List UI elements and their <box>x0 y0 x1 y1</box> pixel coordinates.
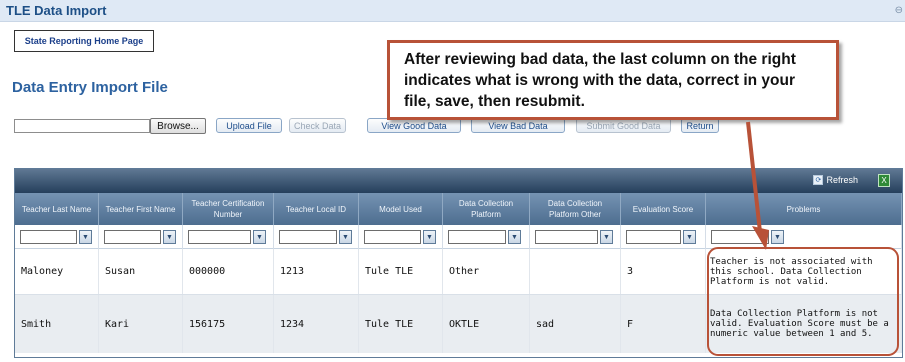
filter-icon[interactable]: ▼ <box>339 230 352 244</box>
column-header[interactable]: Model Used <box>359 193 443 225</box>
upload-file-button[interactable]: Upload File <box>216 118 282 133</box>
filter-icon[interactable]: ▼ <box>600 230 613 244</box>
filter-icon[interactable]: ▼ <box>508 230 521 244</box>
column-header[interactable]: Evaluation Score <box>621 193 706 225</box>
filter-input[interactable] <box>104 230 161 244</box>
home-page-button[interactable]: State Reporting Home Page <box>14 30 154 52</box>
column-header[interactable]: Problems <box>706 193 902 225</box>
check-data-button[interactable]: Check Data <box>289 118 346 133</box>
cell-platform-other <box>530 249 621 294</box>
filter-input[interactable] <box>20 230 77 244</box>
cell-certification-number: 000000 <box>183 249 274 294</box>
cell-first-name: Susan <box>99 249 183 294</box>
filter-icon[interactable]: ▼ <box>79 230 92 244</box>
cell-certification-number: 156175 <box>183 295 274 353</box>
filter-input[interactable] <box>535 230 598 244</box>
refresh-label: Refresh <box>826 175 858 185</box>
cell-platform: Other <box>443 249 530 294</box>
column-header[interactable]: Teacher Certification Number <box>183 193 274 225</box>
cell-platform-other: sad <box>530 295 621 353</box>
filter-input[interactable] <box>188 230 251 244</box>
filter-icon[interactable]: ▼ <box>163 230 176 244</box>
browse-button[interactable]: Browse... <box>150 118 206 134</box>
data-grid: ⟳ Refresh X Teacher Last Name Teacher Fi… <box>14 168 903 358</box>
section-heading: Data Entry Import File <box>12 79 168 96</box>
cell-problems: Data Collection Platform is not valid. E… <box>706 295 902 353</box>
grid-toolbar: ⟳ Refresh X <box>15 169 902 193</box>
page-title: TLE Data Import <box>6 3 107 18</box>
filter-icon[interactable]: ▼ <box>423 230 436 244</box>
filter-input[interactable] <box>711 230 769 244</box>
cell-evaluation-score: 3 <box>621 249 706 294</box>
cell-last-name: Maloney <box>15 249 99 294</box>
excel-export-icon[interactable]: X <box>878 174 890 187</box>
refresh-icon: ⟳ <box>813 175 824 185</box>
grid-header-row: Teacher Last Name Teacher First Name Tea… <box>15 193 902 225</box>
table-row[interactable]: Maloney Susan 000000 1213 Tule TLE Other… <box>15 249 902 295</box>
column-header[interactable]: Data Collection Platform Other <box>530 193 621 225</box>
submit-good-data-button[interactable]: Submit Good Data <box>576 118 671 133</box>
refresh-button[interactable]: ⟳ Refresh <box>813 175 858 185</box>
annotation-callout: After reviewing bad data, the last colum… <box>387 40 839 120</box>
table-row[interactable]: Smith Kari 156175 1234 Tule TLE OKTLE sa… <box>15 295 902 353</box>
file-path-input[interactable] <box>14 119 150 133</box>
title-bar: TLE Data Import ⊖ <box>0 0 905 22</box>
filter-icon[interactable]: ▼ <box>253 230 266 244</box>
cell-model-used: Tule TLE <box>359 295 443 353</box>
cell-first-name: Kari <box>99 295 183 353</box>
cell-last-name: Smith <box>15 295 99 353</box>
view-good-data-button[interactable]: View Good Data <box>367 118 461 133</box>
column-header[interactable]: Data Collection Platform <box>443 193 530 225</box>
filter-icon[interactable]: ▼ <box>683 230 696 244</box>
view-bad-data-button[interactable]: View Bad Data <box>471 118 565 133</box>
return-button[interactable]: Return <box>681 118 719 133</box>
cell-evaluation-score: F <box>621 295 706 353</box>
column-header[interactable]: Teacher First Name <box>99 193 183 225</box>
filter-input[interactable] <box>448 230 506 244</box>
cell-platform: OKTLE <box>443 295 530 353</box>
filter-row: ▼ ▼ ▼ ▼ ▼ ▼ ▼ ▼ ▼ <box>15 225 902 249</box>
filter-input[interactable] <box>364 230 421 244</box>
filter-icon[interactable]: ▼ <box>771 230 784 244</box>
column-header[interactable]: Teacher Last Name <box>15 193 99 225</box>
column-header[interactable]: Teacher Local ID <box>274 193 359 225</box>
filter-input[interactable] <box>626 230 681 244</box>
filter-input[interactable] <box>279 230 337 244</box>
cell-model-used: Tule TLE <box>359 249 443 294</box>
cell-problems: Teacher is not associated with this scho… <box>706 249 902 294</box>
collapse-icon[interactable]: ⊖ <box>895 5 903 16</box>
cell-local-id: 1234 <box>274 295 359 353</box>
cell-local-id: 1213 <box>274 249 359 294</box>
